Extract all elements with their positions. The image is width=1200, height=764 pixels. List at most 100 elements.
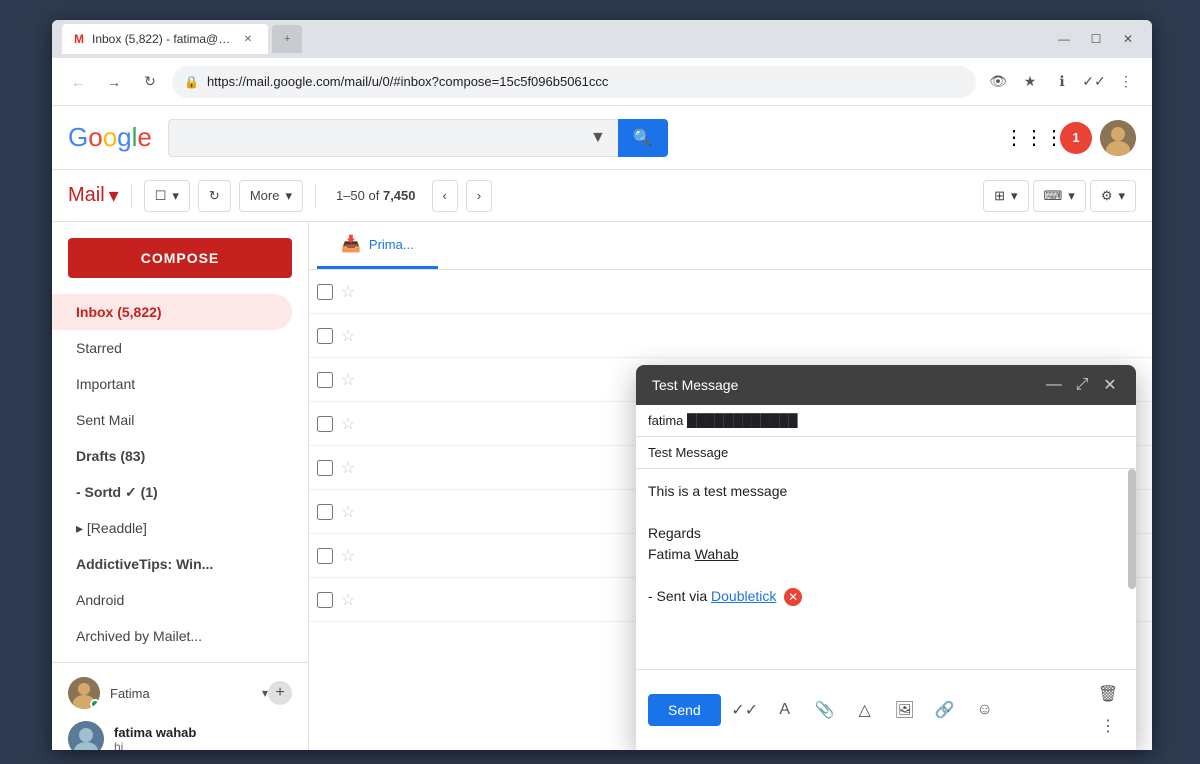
chat-add-btn[interactable]: + <box>268 681 292 705</box>
star-icon-5[interactable]: ☆ <box>341 458 355 478</box>
insert-image-btn[interactable]: 🖼 <box>889 694 921 726</box>
compose-body[interactable]: This is a test message Regards Fatima Wa… <box>636 469 1136 669</box>
primary-tab[interactable]: 📥 Prima... <box>317 222 438 269</box>
doubletick-footer-icon[interactable]: ✓✓ <box>729 694 761 726</box>
compose-button[interactable]: COMPOSE <box>68 238 292 278</box>
star-icon-8[interactable]: ☆ <box>341 590 355 610</box>
url-text: https://mail.google.com/mail/u/0/#inbox?… <box>207 74 964 89</box>
row-checkbox-7[interactable] <box>317 548 333 564</box>
select-dropdown-icon: ▾ <box>172 188 179 204</box>
refresh-mail-btn[interactable]: ↻ <box>198 180 231 212</box>
sidebar-item-readdle[interactable]: ▸ [Readdle] <box>52 510 292 546</box>
mail-text: Mail <box>68 184 105 207</box>
delete-draft-btn[interactable]: 🗑 <box>1092 678 1124 710</box>
sidebar-item-drafts[interactable]: Drafts (83) <box>52 438 292 474</box>
info-icon-btn[interactable]: ℹ <box>1048 68 1076 96</box>
toolbar-divider-2 <box>315 184 316 208</box>
tab-close-btn[interactable]: ✕ <box>240 31 256 47</box>
search-button[interactable]: 🔍 <box>618 119 668 157</box>
more-options-btn[interactable]: ⋮ <box>1092 710 1124 742</box>
select-all-btn[interactable]: ☐ ▾ <box>144 180 190 212</box>
compose-to-input[interactable] <box>648 413 1124 428</box>
address-bar[interactable]: 🔒 https://mail.google.com/mail/u/0/#inbo… <box>172 66 976 98</box>
star-icon-1[interactable]: ☆ <box>341 282 355 302</box>
sidebar-item-sent[interactable]: Sent Mail <box>52 402 292 438</box>
star-icon-3[interactable]: ☆ <box>341 370 355 390</box>
attach-file-btn[interactable]: 📎 <box>809 694 841 726</box>
more-actions-btn[interactable]: More ▾ <box>239 180 303 212</box>
sidebar-item-sortd[interactable]: - Sortd ✓ (1) <box>52 474 292 510</box>
sidebar-item-inbox[interactable]: Inbox (5,822) <box>52 294 292 330</box>
back-btn[interactable]: ← <box>64 68 92 96</box>
compose-subject-input[interactable] <box>648 445 1124 460</box>
checkmark-icon-btn[interactable]: ✓✓ <box>1080 68 1108 96</box>
row-checkbox-6[interactable] <box>317 504 333 520</box>
more-nav-btn[interactable]: ⋮ <box>1112 68 1140 96</box>
refresh-btn[interactable]: ↻ <box>136 68 164 96</box>
gmail-header: Google ▼ 🔍 ⋮⋮⋮ 1 <box>52 106 1152 170</box>
compose-header[interactable]: Test Message — ⤢ ✕ <box>636 365 1136 405</box>
sidebar-item-android[interactable]: Android <box>52 582 292 618</box>
sidebar-item-important[interactable]: Important <box>52 366 292 402</box>
lock-icon: 🔒 <box>184 75 199 89</box>
search-box-area: ▼ 🔍 <box>168 119 668 157</box>
row-checkbox-8[interactable] <box>317 592 333 608</box>
compose-to-field <box>636 405 1136 437</box>
row-checkbox-4[interactable] <box>317 416 333 432</box>
row-checkbox-1[interactable] <box>317 284 333 300</box>
sidebar-item-archived[interactable]: Archived by Mailet... <box>52 618 292 654</box>
notification-badge[interactable]: 1 <box>1060 122 1092 154</box>
active-tab[interactable]: M Inbox (5,822) - fatima@a... ✕ <box>62 24 268 54</box>
star-icon-7[interactable]: ☆ <box>341 546 355 566</box>
eye-icon-btn[interactable]: 👁 <box>984 68 1012 96</box>
emoji-btn[interactable]: ☺ <box>969 694 1001 726</box>
inactive-tab[interactable]: + <box>272 25 302 53</box>
tab-title: Inbox (5,822) - fatima@a... <box>92 32 232 46</box>
star-icon-6[interactable]: ☆ <box>341 502 355 522</box>
forward-btn[interactable]: → <box>100 68 128 96</box>
bookmark-icon-btn[interactable]: ★ <box>1016 68 1044 96</box>
remove-signature-btn[interactable]: ✕ <box>784 588 802 606</box>
apps-grid-icon[interactable]: ⋮⋮⋮ <box>1016 120 1052 156</box>
doubletick-link[interactable]: Doubletick <box>711 588 776 604</box>
compose-close-btn[interactable]: ✕ <box>1100 375 1120 395</box>
table-row[interactable]: ☆ <box>309 314 1152 358</box>
row-checkbox-2[interactable] <box>317 328 333 344</box>
body-line2 <box>648 502 1124 523</box>
row-checkbox-5[interactable] <box>317 460 333 476</box>
star-icon-2[interactable]: ☆ <box>341 326 355 346</box>
compose-minimize-btn[interactable]: — <box>1044 376 1064 394</box>
sent-via-text: - Sent via <box>648 588 711 604</box>
prev-page-btn[interactable]: ‹ <box>432 180 458 212</box>
compose-maximize-btn[interactable]: ⤢ <box>1072 376 1092 394</box>
next-page-btn[interactable]: › <box>466 180 492 212</box>
user-avatar[interactable] <box>1100 120 1136 156</box>
checkbox-icon: ☐ <box>155 188 167 204</box>
settings-btn[interactable]: ⚙ ▾ <box>1090 180 1136 212</box>
mail-label[interactable]: Mail ▾ <box>68 183 119 208</box>
close-btn[interactable]: ✕ <box>1114 25 1142 53</box>
sidebar-item-addictive[interactable]: AddictiveTips: Win... <box>52 546 292 582</box>
minimize-btn[interactable]: — <box>1050 25 1078 53</box>
row-checkbox-3[interactable] <box>317 372 333 388</box>
search-input[interactable] <box>181 130 590 146</box>
keyboard-shortcut-btn[interactable]: ⌨ ▾ <box>1033 180 1086 212</box>
split-view-dropdown: ▾ <box>1011 188 1018 204</box>
star-icon-4[interactable]: ☆ <box>341 414 355 434</box>
send-button[interactable]: Send <box>648 694 721 726</box>
chat-username: Fatima <box>100 686 262 701</box>
split-view-icon: ⊞ <box>994 188 1005 204</box>
sidebar-item-starred[interactable]: Starred <box>52 330 292 366</box>
my-chat-avatar <box>68 677 100 709</box>
insert-link-btn[interactable]: 🔗 <box>929 694 961 726</box>
drive-btn[interactable]: △ <box>849 694 881 726</box>
table-row[interactable]: ☆ <box>309 270 1152 314</box>
regards-line: Regards <box>648 523 1124 544</box>
maximize-btn[interactable]: ☐ <box>1082 25 1110 53</box>
search-dropdown-icon[interactable]: ▼ <box>590 129 606 147</box>
body-line1: This is a test message <box>648 481 1124 502</box>
chat-contact-1[interactable]: fatima wahab hi <box>52 715 308 750</box>
split-view-btn[interactable]: ⊞ ▾ <box>983 180 1028 212</box>
format-text-btn[interactable]: A <box>769 694 801 726</box>
header-right: ⋮⋮⋮ 1 <box>1016 120 1136 156</box>
